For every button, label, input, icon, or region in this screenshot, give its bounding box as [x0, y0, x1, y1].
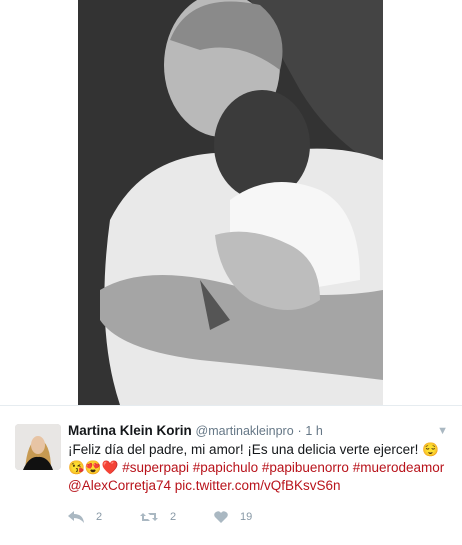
tweet-photo[interactable] [0, 0, 462, 405]
hashtag-papibuenorro[interactable]: #papibuenorro [262, 460, 349, 475]
timestamp[interactable]: 1 h [305, 424, 322, 438]
pic-link[interactable]: pic.twitter.com/vQfBKsvS6n [175, 478, 341, 493]
like-action[interactable]: 19 [214, 511, 252, 523]
avatar-image [15, 424, 61, 470]
hashtag-papichulo[interactable]: #papichulo [193, 460, 258, 475]
emoji-group: 😘😍❤️ [68, 460, 119, 475]
mention-link[interactable]: @AlexCorretja74 [68, 478, 171, 493]
emoji-relieved: 😌 [422, 442, 439, 457]
tweet-card: Martina Klein Korin @martinakleinpro · 1… [0, 405, 462, 545]
like-icon [214, 511, 228, 523]
avatar[interactable] [15, 424, 61, 470]
like-count: 19 [240, 511, 253, 523]
tweet-actions: 2 2 19 [68, 511, 368, 531]
tweet-text: ¡Feliz día del padre, mi amor! ¡Es una d… [68, 441, 453, 495]
separator: · [297, 424, 302, 438]
retweet-action[interactable]: 2 [140, 511, 176, 523]
photo-image [0, 0, 462, 405]
hashtag-muerodeamor[interactable]: #muerodeamor [353, 460, 445, 475]
reply-count: 2 [96, 511, 103, 523]
reply-icon [68, 511, 84, 523]
tweet-text-line1: ¡Feliz día del padre, mi amor! ¡Es una d… [68, 442, 419, 457]
retweet-icon [140, 513, 158, 521]
reply-action[interactable]: 2 [68, 511, 102, 523]
hashtag-superpapi[interactable]: #superpapi [122, 460, 189, 475]
chevron-down-icon[interactable]: ▼ [437, 425, 448, 437]
retweet-count: 2 [170, 511, 177, 523]
tweet-header: Martina Klein Korin @martinakleinpro · 1… [68, 423, 432, 438]
handle[interactable]: @martinakleinpro [196, 424, 294, 438]
display-name[interactable]: Martina Klein Korin [68, 423, 192, 438]
